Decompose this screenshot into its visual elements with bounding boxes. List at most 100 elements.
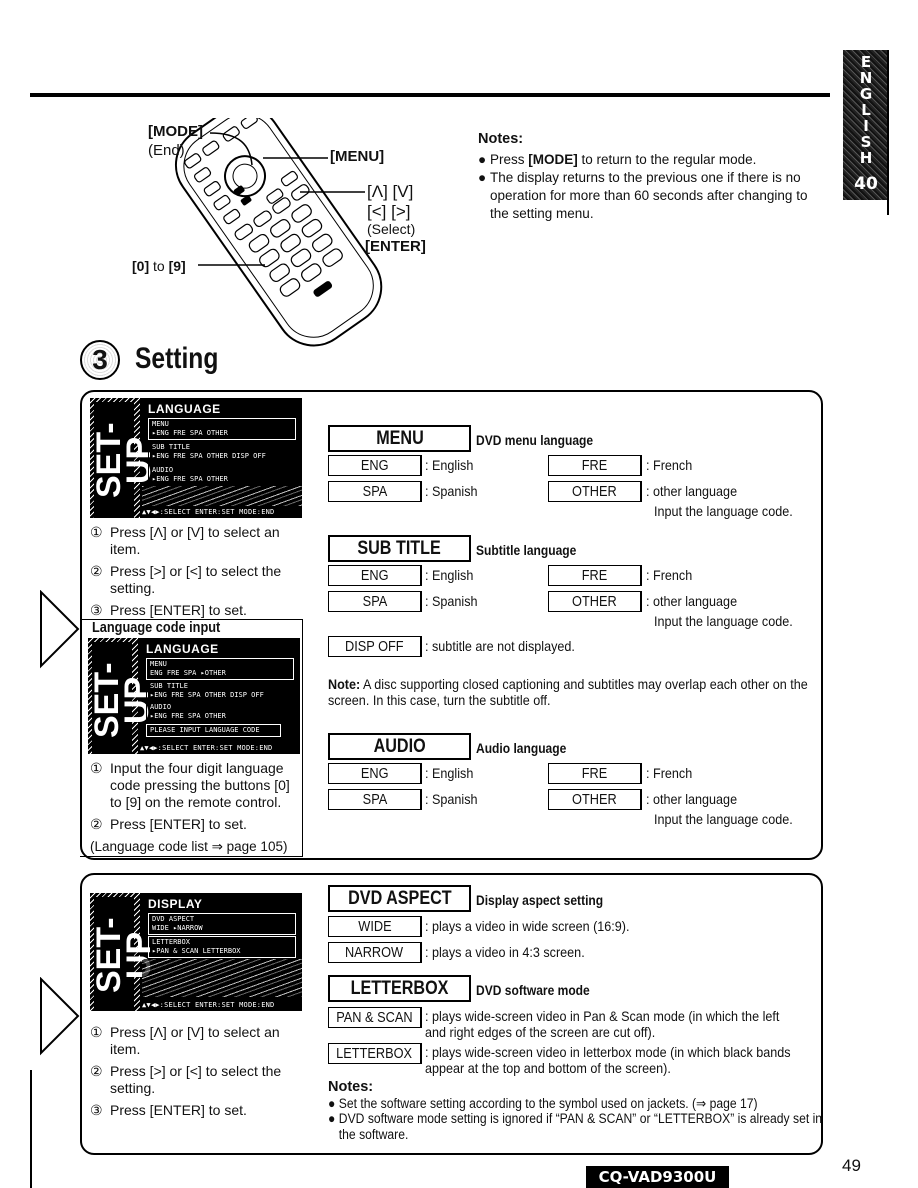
note-text: to return to the regular mode. <box>577 152 757 167</box>
screen-footer: ▲▼◀▶:SELECT ENTER:SET MODE:END <box>142 508 275 516</box>
letterbox-description: DVD software mode <box>476 982 590 998</box>
screen-menu-box: MENU ▸ENG FRE SPA OTHER <box>148 418 296 440</box>
letterbox-key-box: LETTERBOX <box>328 975 471 1002</box>
screen-audio-box: AUDIO ▸ENG FRE SPA OTHER <box>148 464 296 486</box>
option-key-box: OTHER <box>548 591 642 612</box>
menu-key-box: MENU <box>328 425 471 452</box>
step-item: ② Press [ENTER] to set. <box>90 816 247 832</box>
language-screen: SET-UP LANGUAGE MENU ▸ENG FRE SPA OTHER … <box>90 398 302 518</box>
option-key-box: FRE <box>548 565 642 586</box>
section-title: Setting <box>135 342 219 375</box>
language-steps: ① Press [Λ] or [V] to select an item. ② Pr… <box>90 524 300 624</box>
notes-heading: Notes: <box>328 1079 374 1095</box>
step-item: ③ Press [ENTER] to set. <box>90 602 247 618</box>
setup-side-label: SET-UP <box>90 402 158 518</box>
language-tab-letter: S <box>860 133 872 151</box>
option-description: : English <box>425 457 474 473</box>
page-number: 49 <box>842 1156 861 1175</box>
note-text: The display returns to the previous one … <box>490 170 808 221</box>
step-item: ② Press [>] or [<] to select the setting. <box>90 1063 282 1096</box>
display-steps: ① Press [Λ] or [V] to select an item. ② Pr… <box>90 1024 300 1124</box>
option-description: : other language <box>646 483 738 499</box>
language-code-steps: ① Input the four digit language code pres… <box>90 760 300 855</box>
option-key-box: ENG <box>328 455 422 476</box>
language-tab-letter: L <box>861 101 871 119</box>
note-item: ● DVD software mode setting is ignored if… <box>328 1111 823 1142</box>
section-number: 40 <box>854 174 878 194</box>
option-key-box: SPA <box>328 481 422 502</box>
option-key-box: PAN & SCAN <box>328 1007 422 1028</box>
header-rule <box>30 93 830 97</box>
audio-key-box: AUDIO <box>328 733 471 760</box>
note-item: ● Press [MODE] to return to the regular … <box>478 151 828 169</box>
step-item: ① Input the four digit language code pres… <box>90 760 290 810</box>
screen-prompt: PLEASE INPUT LANGUAGE CODE <box>146 724 281 737</box>
screen-menu-box: MENU ENG FRE SPA ▸OTHER <box>146 658 294 680</box>
language-code-screen: SET-UP LANGUAGE MENU ENG FRE SPA ▸OTHER … <box>88 638 300 754</box>
screen-footer: ▲▼◀▶:SELECT ENTER:SET MODE:END <box>140 744 273 752</box>
pointer-arrow-icon <box>40 977 80 1056</box>
option-description: : other language <box>646 593 738 609</box>
note-text: Press <box>490 152 529 167</box>
option-key-box: NARROW <box>328 942 422 963</box>
top-notes: Notes: ● Press [MODE] to return to the r… <box>478 130 828 223</box>
step-item: ③ Press [ENTER] to set. <box>90 1102 247 1118</box>
option-note: Input the language code. <box>654 811 793 827</box>
option-key-box: WIDE <box>328 916 422 937</box>
step-number-circle: 3 <box>80 340 120 380</box>
option-key-box: ENG <box>328 763 422 784</box>
option-description: : plays wide-screen video in letterbox m… <box>425 1044 791 1076</box>
display-screen: SET-UP DISPLAY DVD ASPECT WIDE ▸NARROW L… <box>90 893 302 1011</box>
option-description: : English <box>425 765 474 781</box>
screen-title: LANGUAGE <box>148 402 221 416</box>
language-code-reference-link[interactable]: (Language code list ⇒ page 105) <box>90 838 300 855</box>
screen-subtitle-box: SUB TITLE ▸ENG FRE SPA OTHER DISP OFF <box>146 680 294 702</box>
option-key-box: LETTERBOX <box>328 1043 422 1064</box>
option-key-box: ENG <box>328 565 422 586</box>
note-key: [MODE] <box>528 152 578 167</box>
bullet-icon: ● <box>478 170 487 185</box>
bullet-icon: ● <box>328 1095 336 1111</box>
pointer-arrow-icon <box>40 590 80 669</box>
notes-heading: Notes: <box>478 131 524 147</box>
option-description: : French <box>646 567 693 583</box>
disp-off-key-box: DISP OFF <box>328 636 422 657</box>
step-item: ① Press [Λ] or [V] to select an item. <box>90 1024 280 1057</box>
option-description: : plays a video in 4:3 screen. <box>425 944 585 960</box>
note-label: Note: <box>328 676 361 692</box>
language-tab-letter: G <box>859 85 873 103</box>
option-description: : Spanish <box>425 593 478 609</box>
option-description: : French <box>646 457 693 473</box>
screen-aspect-box: DVD ASPECT WIDE ▸NARROW <box>148 913 296 935</box>
option-description: : Spanish <box>425 791 478 807</box>
margin-line <box>30 1070 32 1188</box>
option-note: Input the language code. <box>654 613 793 629</box>
setup-side-label: SET-UP <box>90 897 158 1011</box>
note-item: ● The display returns to the previous on… <box>478 169 828 223</box>
language-tab-letter: I <box>863 117 869 135</box>
language-tab: E N G L I S H 40 <box>843 50 889 200</box>
note-item: ● Set the software setting according to t… <box>328 1095 758 1111</box>
subtitle-description: Subtitle language <box>476 542 577 558</box>
option-description: : plays wide-screen video in Pan & Scan … <box>425 1008 780 1040</box>
option-description: : other language <box>646 791 738 807</box>
language-tab-letter: E <box>860 53 872 71</box>
screen-subtitle-box: SUB TITLE ▸ENG FRE SPA OTHER DISP OFF <box>148 441 296 463</box>
screen-audio-box: AUDIO ▸ENG FRE SPA OTHER <box>146 701 294 723</box>
disp-off-description: : subtitle are not displayed. <box>425 638 575 654</box>
language-tab-letter: N <box>859 69 873 87</box>
tab-edge-line <box>887 50 889 215</box>
option-description: : Spanish <box>425 483 478 499</box>
menu-description: DVD menu language <box>476 432 594 448</box>
screen-footer: ▲▼◀▶:SELECT ENTER:SET MODE:END <box>142 1001 275 1009</box>
option-key-box: OTHER <box>548 789 642 810</box>
setup-side-label: SET-UP <box>88 642 156 754</box>
subtitle-key-box: SUB TITLE <box>328 535 471 562</box>
remote-leader-lines <box>198 132 365 266</box>
option-key-box: SPA <box>328 591 422 612</box>
option-key-box: FRE <box>548 455 642 476</box>
screen-title: LANGUAGE <box>146 642 219 656</box>
option-key-box: SPA <box>328 789 422 810</box>
language-tab-letter: H <box>859 149 873 167</box>
option-key-box: OTHER <box>548 481 642 502</box>
